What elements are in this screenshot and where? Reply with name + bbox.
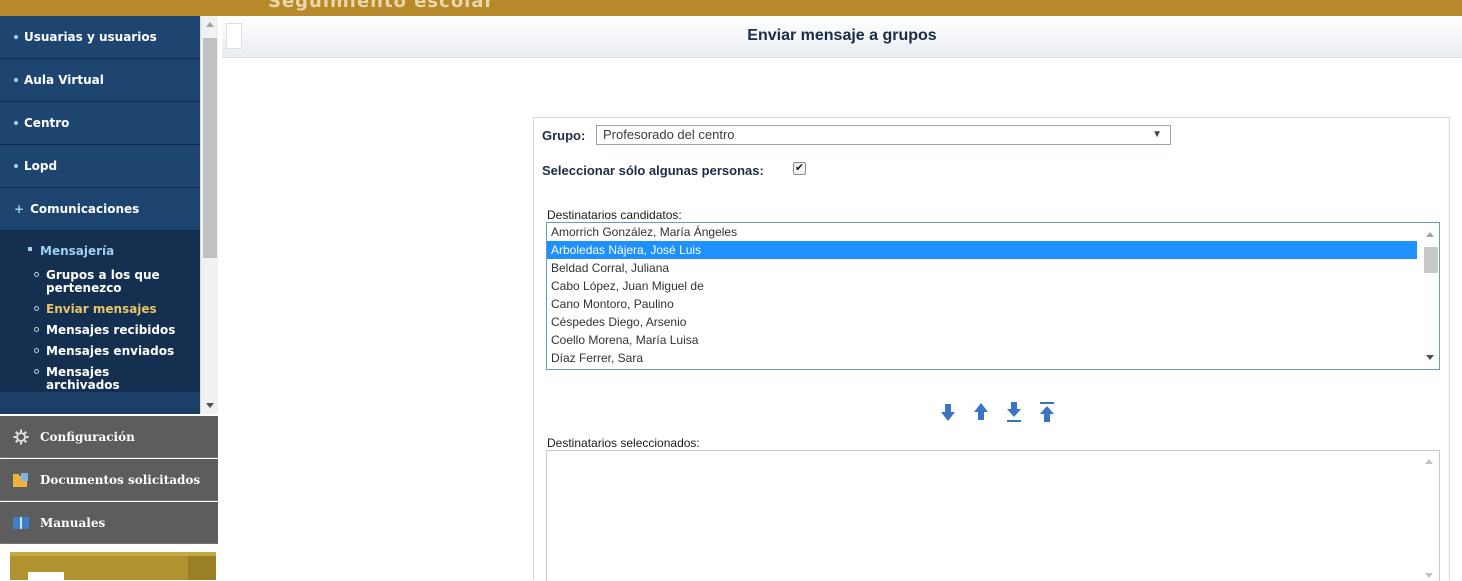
link-label: Mensajes enviados: [46, 344, 175, 358]
bullet-icon: [14, 35, 18, 39]
sidebar-item-configuracion[interactable]: Configuración: [0, 416, 218, 458]
sidebar-item-label: Documentos solicitados: [40, 472, 201, 487]
candidates-label: Destinatarios candidatos:: [547, 208, 682, 222]
scroll-up-icon[interactable]: [1426, 232, 1434, 237]
sidebar-item-lopd[interactable]: Lopd: [0, 145, 200, 188]
list-item-selected[interactable]: Arboledas Nájera, José Luis: [547, 241, 1417, 259]
bullet-icon: [28, 247, 32, 251]
sidebar-item-centro[interactable]: Centro: [0, 102, 200, 145]
link-label: Mensajes recibidos: [46, 323, 176, 337]
link-label: Grupos a los que pertenezco: [46, 268, 160, 295]
list-item[interactable]: Díaz Ferrer, Sara: [547, 349, 1417, 367]
page-header: Enviar mensaje a grupos: [222, 16, 1462, 58]
link-label: Mensajes archivados: [46, 365, 120, 392]
sidebar-item-manuales[interactable]: Manuales: [0, 502, 218, 544]
tile-strip: [188, 556, 216, 580]
sidebar-item-label: Usuarias y usuarios: [24, 30, 157, 44]
list-item[interactable]: Coello Morena, María Luisa: [547, 331, 1417, 349]
selected-listbox[interactable]: [546, 450, 1440, 581]
submenu-item-mensajeria[interactable]: Mensajería: [0, 237, 200, 265]
grupo-select-value: Profesorado del centro: [603, 127, 735, 142]
bullet-icon: [14, 164, 18, 168]
list-item[interactable]: Cano Montoro, Paulino: [547, 295, 1417, 313]
sidebar-nav: Usuarias y usuarios Aula Virtual Centro …: [0, 16, 200, 414]
sidebar-item-label: Lopd: [24, 159, 58, 173]
circle-bullet-icon: [34, 272, 39, 277]
select-some-label: Seleccionar sólo algunas personas:: [542, 163, 764, 178]
page-title: Enviar mensaje a grupos: [747, 27, 937, 44]
candidates-scrollbar[interactable]: [1421, 223, 1439, 369]
bullet-icon: [14, 78, 18, 82]
checkmark-icon: ✔: [794, 162, 805, 174]
folder-documents-icon: [12, 472, 30, 488]
link-mensajes-recibidos[interactable]: Mensajes recibidos: [0, 324, 200, 337]
circle-bullet-icon: [34, 348, 39, 353]
circle-bullet-icon: [34, 369, 39, 374]
candidates-listbox[interactable]: Amorrich González, María Ángeles Arboled…: [546, 222, 1440, 370]
move-buttons: [939, 400, 1069, 424]
scroll-down-icon[interactable]: [206, 403, 214, 408]
sidebar-item-label: Configuración: [40, 429, 135, 444]
top-banner: Seguimiento escolar: [0, 0, 1462, 16]
arrow-up-icon[interactable]: [972, 400, 990, 424]
next-arrow-tile[interactable]: [10, 552, 216, 580]
link-label: Enviar mensajes: [46, 302, 157, 316]
link-grupos[interactable]: Grupos a los que pertenezco: [0, 269, 200, 295]
grupo-label: Grupo:: [542, 128, 586, 143]
sidebar-item-label: Manuales: [40, 515, 106, 530]
banner-title: Seguimiento escolar: [268, 0, 495, 12]
link-mensajes-enviados[interactable]: Mensajes enviados: [0, 345, 200, 358]
list-item[interactable]: Cabo López, Juan Miguel de: [547, 277, 1417, 295]
list-item[interactable]: Amorrich González, María Ángeles: [547, 223, 1417, 241]
circle-bullet-icon: [34, 306, 39, 311]
grupo-select[interactable]: Profesorado del centro ▼: [596, 125, 1171, 145]
sidebar-item-label: Aula Virtual: [24, 73, 104, 87]
arrow-right-icon: [28, 572, 64, 580]
chevron-down-icon: ▼: [1152, 129, 1162, 140]
sidebar-item-aula-virtual[interactable]: Aula Virtual: [0, 59, 200, 102]
sidebar-item-label: Comunicaciones: [30, 202, 140, 216]
expand-icon: +: [14, 202, 25, 216]
link-mensajes-archivados[interactable]: Mensajes archivados: [0, 366, 150, 392]
submenu-title: Mensajería: [40, 244, 115, 258]
sidebar: Usuarias y usuarios Aula Virtual Centro …: [0, 16, 222, 580]
gear-icon: [12, 429, 30, 445]
scroll-up-icon[interactable]: [1425, 459, 1433, 464]
sidebar-item-documentos[interactable]: Documentos solicitados: [0, 459, 218, 501]
scroll-up-icon[interactable]: [206, 22, 214, 27]
arrow-up-all-icon[interactable]: [1038, 400, 1056, 424]
scrollbar-thumb[interactable]: [203, 38, 217, 258]
list-item[interactable]: Céspedes Diego, Arsenio: [547, 313, 1417, 331]
arrow-down-icon[interactable]: [939, 400, 957, 424]
select-some-checkbox[interactable]: ✔: [793, 162, 806, 175]
sidebar-scrollbar[interactable]: [200, 16, 218, 414]
sidebar-item-label: Centro: [24, 116, 70, 130]
circle-bullet-icon: [34, 327, 39, 332]
arrow-down-all-icon[interactable]: [1005, 400, 1023, 424]
list-item[interactable]: Beldad Corral, Juliana: [547, 259, 1417, 277]
scroll-down-icon[interactable]: [1426, 355, 1434, 360]
sidebar-item-usuarios[interactable]: Usuarias y usuarios: [0, 16, 200, 59]
sidebar-item-comunicaciones[interactable]: + Comunicaciones: [0, 188, 200, 231]
scroll-down-icon[interactable]: [1425, 573, 1433, 578]
book-icon: [12, 515, 30, 531]
selected-label: Destinatarios seleccionados:: [547, 436, 700, 450]
bullet-icon: [14, 121, 18, 125]
message-form: Grupo: Profesorado del centro ▼ Seleccio…: [533, 117, 1450, 581]
scrollbar-thumb[interactable]: [1424, 247, 1438, 273]
link-enviar-mensajes[interactable]: Enviar mensajes: [0, 303, 200, 316]
submenu-comunicaciones: Mensajería Grupos a los que pertenezco E…: [0, 231, 200, 392]
